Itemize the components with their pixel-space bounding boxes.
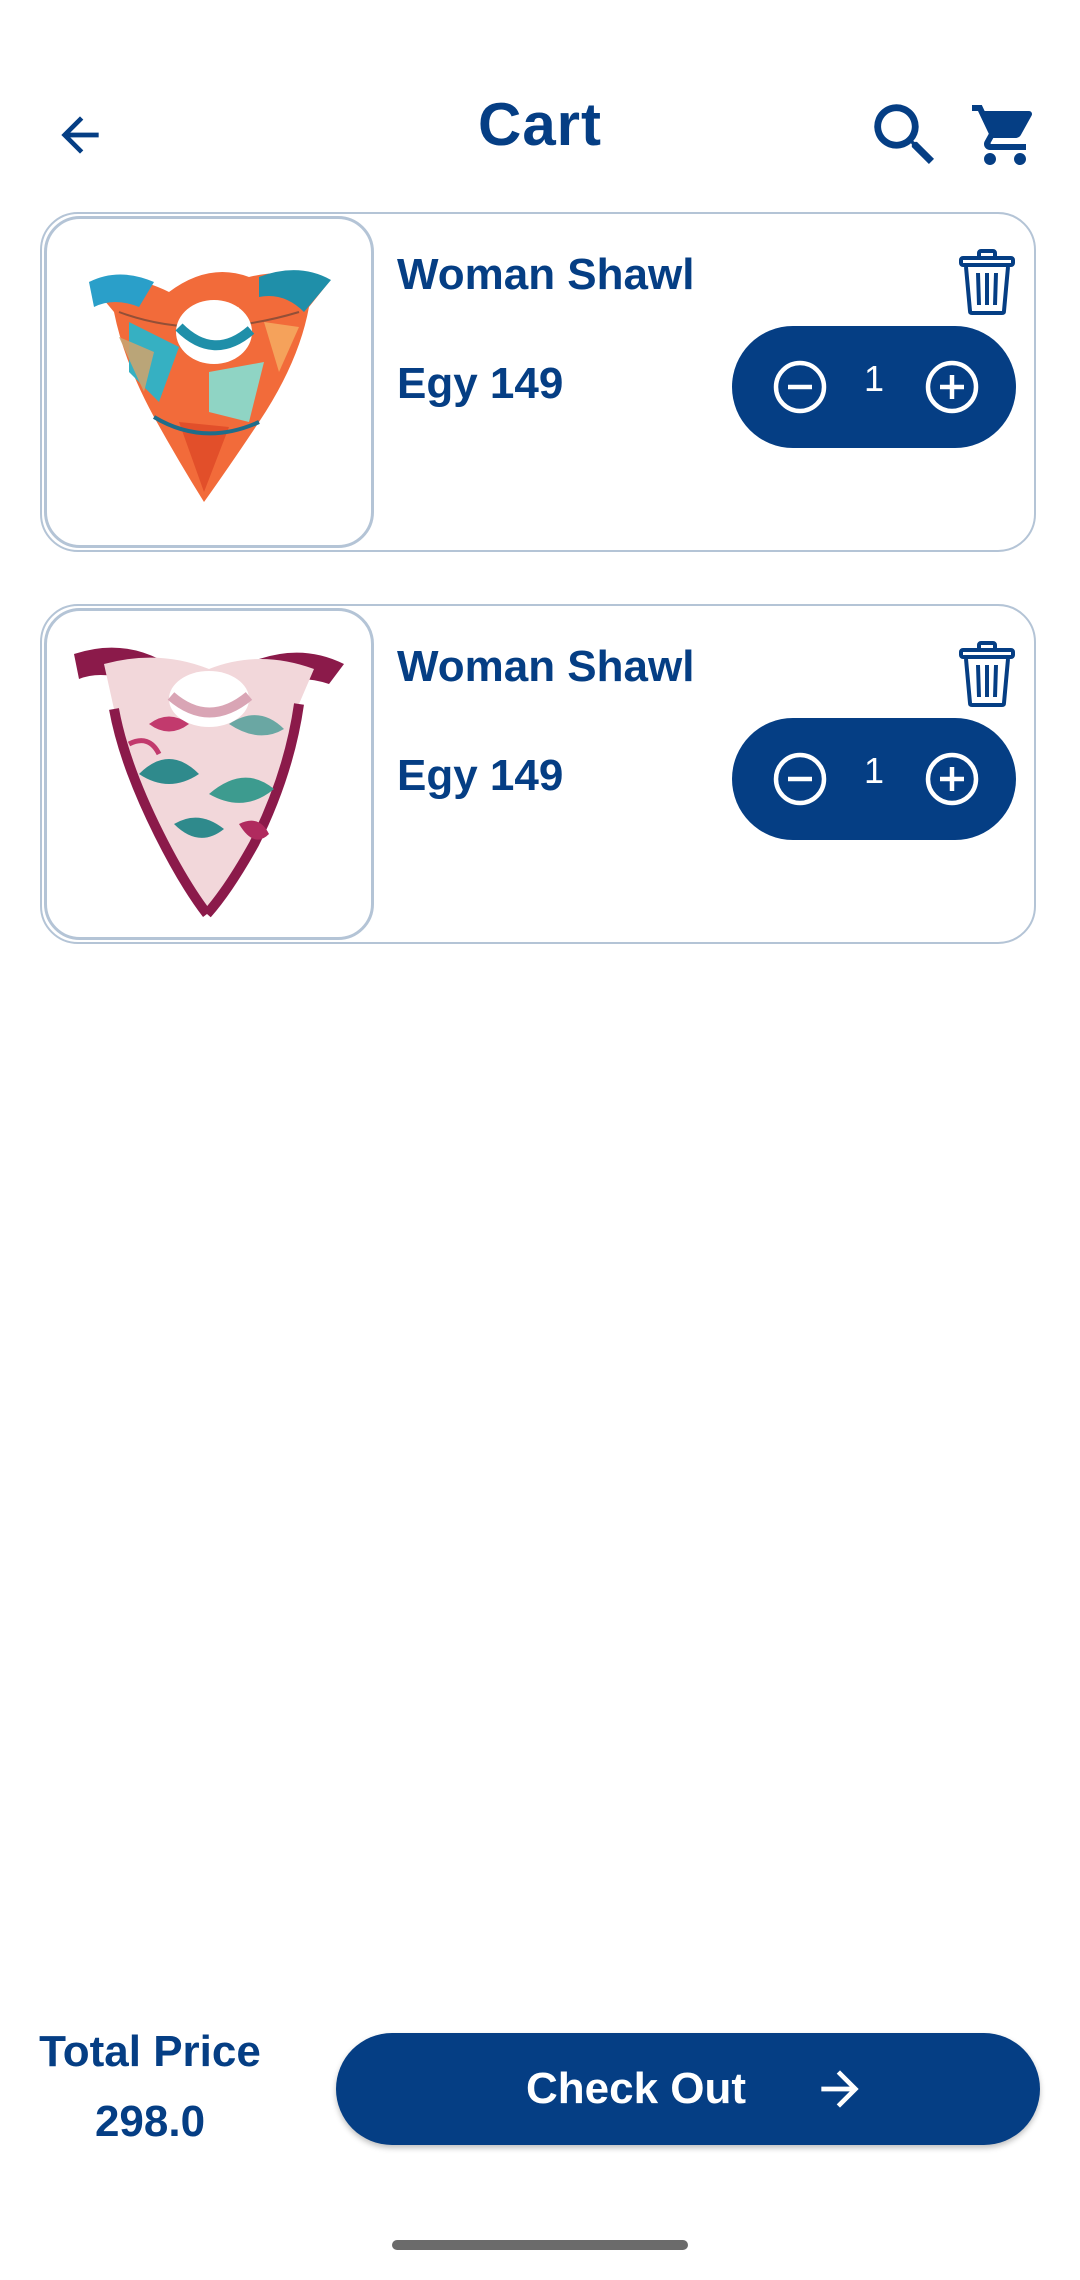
- delete-button[interactable]: [952, 244, 1022, 320]
- delete-button[interactable]: [952, 636, 1022, 712]
- product-image[interactable]: [44, 216, 374, 548]
- home-indicator[interactable]: [392, 2240, 688, 2250]
- increase-quantity-button[interactable]: [922, 749, 982, 809]
- cart-item: Woman Shawl Egy 149 1: [40, 212, 1036, 552]
- trash-icon: [959, 249, 1015, 315]
- total-price-value: 298.0: [94, 2097, 206, 2146]
- scarf-pink-magenta-image: [74, 647, 344, 918]
- arrow-right-icon: [821, 2070, 859, 2108]
- decrease-quantity-button[interactable]: [770, 357, 830, 417]
- total-price-block: Total Price 298.0: [20, 2020, 280, 2154]
- total-price-label: Total Price: [39, 2027, 261, 2076]
- cart-icon: [972, 105, 1033, 165]
- decrease-quantity-button[interactable]: [770, 749, 830, 809]
- checkout-button[interactable]: Check Out: [336, 2033, 1040, 2145]
- cart-screen: Cart Woman Shawl Egy 149 1 Woman Shawl E…: [0, 0, 1080, 2280]
- quantity-value: 1: [863, 750, 885, 791]
- cart-list: Woman Shawl Egy 149 1 Woman Shawl Egy 14…: [40, 212, 1038, 996]
- trash-icon: [959, 641, 1015, 707]
- item-price: Egy 149: [397, 751, 564, 800]
- item-name: Woman Shawl: [397, 642, 695, 691]
- scarf-orange-teal-image: [89, 270, 331, 502]
- cart-item: Woman Shawl Egy 149 1: [40, 604, 1036, 944]
- item-price: Egy 149: [397, 359, 564, 408]
- item-name: Woman Shawl: [397, 250, 695, 299]
- increase-quantity-button[interactable]: [922, 357, 982, 417]
- search-button[interactable]: [860, 90, 950, 180]
- product-image[interactable]: [44, 608, 374, 940]
- quantity-stepper: 1: [732, 718, 1016, 840]
- quantity-value: 1: [863, 358, 885, 399]
- app-header: Cart: [0, 60, 1080, 190]
- search-icon: [874, 104, 935, 165]
- cart-button[interactable]: [960, 90, 1050, 180]
- quantity-stepper: 1: [732, 326, 1016, 448]
